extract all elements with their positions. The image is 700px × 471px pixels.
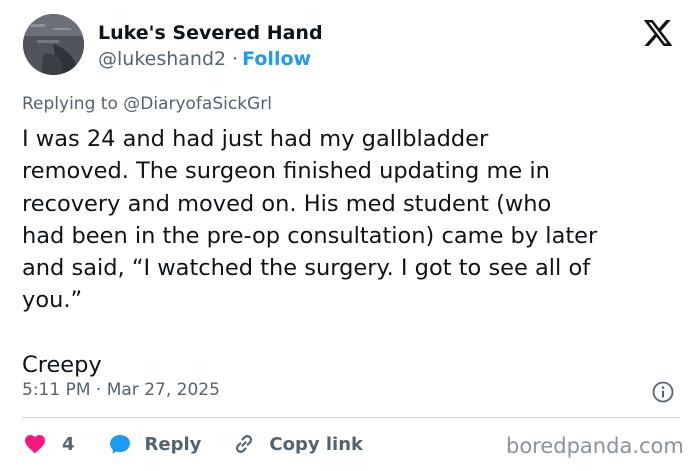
link-icon (236, 435, 253, 453)
like-count: 4 (62, 433, 75, 455)
copy-link-label: Copy link (269, 433, 363, 455)
author-handle[interactable]: @lukeshand2 (98, 48, 226, 70)
action-bar: 4 Reply Copy link (22, 430, 363, 458)
watermark: boredpanda.com (506, 434, 684, 458)
reply-label: Reply (144, 433, 202, 455)
author-display-name[interactable]: Luke's Severed Hand (98, 22, 323, 44)
follow-button[interactable]: Follow (242, 48, 311, 70)
reply-bubble-icon (109, 435, 130, 454)
like-button[interactable]: 4 (22, 432, 75, 456)
avatar-image (23, 14, 84, 75)
tweet-paragraph: Creepy (22, 351, 102, 378)
copy-link-button[interactable]: Copy link (231, 431, 363, 457)
reply-context: Replying to @DiaryofaSickGrl (22, 94, 272, 114)
heart-icon (25, 435, 45, 454)
tweet-paragraph: I was 24 and had just had my gallbladder… (22, 126, 598, 314)
reply-button[interactable]: Reply (107, 432, 202, 456)
reply-context-prefix: Replying to (22, 94, 118, 114)
avatar[interactable] (23, 14, 84, 75)
author-handle-row: @lukeshand2 · Follow (98, 48, 311, 70)
reply-mention-link[interactable]: @DiaryofaSickGrl (123, 94, 272, 114)
tweet-timestamp[interactable]: 5:11 PM · Mar 27, 2025 (22, 380, 220, 400)
info-icon[interactable] (651, 380, 675, 404)
tweet-text: I was 24 and had just had my gallbladder… (22, 123, 684, 381)
handle-separator: · (232, 48, 239, 70)
x-logo[interactable] (640, 17, 676, 49)
divider (22, 417, 680, 418)
